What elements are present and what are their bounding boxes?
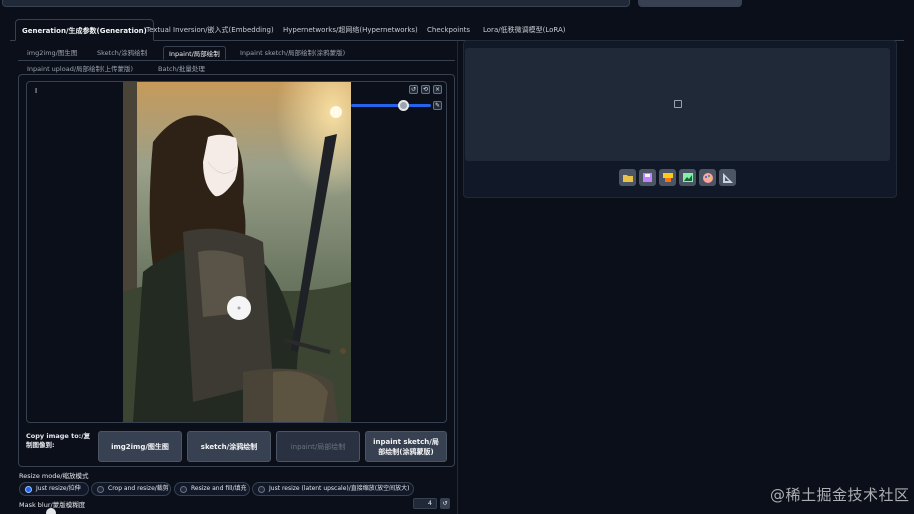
copy-to-inpaint-sketch-button[interactable]: inpaint sketch/局部绘制(涂鸦蒙版) <box>365 431 447 462</box>
folder-icon[interactable] <box>619 169 636 186</box>
subtab-sketch[interactable]: Sketch/涂鸦绘制 <box>92 46 152 60</box>
generate-button-bottom-edge[interactable] <box>638 0 742 7</box>
resize-option-latent-upscale[interactable]: Just resize (latent upscale)/直接缩放(放空间放大) <box>252 482 414 496</box>
column-divider <box>457 41 458 514</box>
send-to-extras-icon[interactable] <box>719 169 736 186</box>
send-to-inpaint-icon[interactable] <box>699 169 716 186</box>
copy-to-sketch-button[interactable]: sketch/涂鸦绘制 <box>187 431 271 462</box>
subtab-inpaint-sketch[interactable]: Inpaint sketch/局部绘制(涂鸦蒙版) <box>235 46 350 60</box>
tab-lora[interactable]: Lora/低秩微调模型(LoRA) <box>477 19 571 41</box>
copy-image-label: Copy image to:/复制图像到: <box>26 432 91 449</box>
subtab-inpaint[interactable]: Inpaint/局部绘制 <box>163 46 226 60</box>
resize-option-crop-and-resize[interactable]: Crop and resize/裁剪 <box>91 482 171 496</box>
watermark: @稀土掘金技术社区 <box>770 486 910 504</box>
clear-icon[interactable]: ⟲ <box>421 85 430 94</box>
canvas-label: I <box>35 87 38 95</box>
zip-icon[interactable] <box>659 169 676 186</box>
brush-size-slider[interactable] <box>351 104 431 107</box>
copy-to-inpaint-button[interactable]: inpaint/局部绘制 <box>276 431 360 462</box>
warrior-portrait-image <box>123 82 351 422</box>
subtab-img2img[interactable]: img2img/图生图 <box>22 46 82 60</box>
send-to-img2img-icon[interactable] <box>679 169 696 186</box>
undo-icon[interactable]: ↺ <box>409 85 418 94</box>
tab-hypernetworks[interactable]: Hypernetworks/超网络(Hypernetworks) <box>277 19 424 41</box>
brush-icon[interactable]: ✎ <box>433 101 442 110</box>
radio-icon <box>25 486 32 493</box>
radio-icon <box>258 486 265 493</box>
resize-option-just-resize[interactable]: Just resize/拉伸 <box>19 482 89 496</box>
radio-icon <box>180 486 187 493</box>
image-placeholder-icon <box>674 100 682 108</box>
save-icon[interactable] <box>639 169 656 186</box>
mask-blur-input[interactable]: 4 <box>413 498 437 509</box>
tab-generation[interactable]: Generation/生成参数(Generation) <box>15 19 154 41</box>
tab-checkpoints[interactable]: Checkpoints <box>421 19 476 41</box>
tab-textual-inversion[interactable]: Textual Inversion/嵌入式(Embedding) <box>140 19 280 41</box>
prompt-input-bottom-edge[interactable] <box>2 0 630 7</box>
brush-size-handle[interactable] <box>398 100 409 111</box>
radio-icon <box>97 486 104 493</box>
mask-blur-slider-handle[interactable] <box>46 508 56 514</box>
copy-to-img2img-button[interactable]: img2img/图生图 <box>98 431 182 462</box>
inpaint-image[interactable] <box>123 82 351 422</box>
close-icon[interactable]: × <box>433 85 442 94</box>
resize-mode-label: Resize mode/缩放模式 <box>19 472 89 480</box>
reset-icon[interactable]: ↺ <box>440 498 450 509</box>
subtab-divider <box>18 60 455 61</box>
resize-option-resize-and-fill[interactable]: Resize and fill/填充 <box>174 482 250 496</box>
main-tab-bar: Generation/生成参数(Generation) Textual Inve… <box>10 17 904 41</box>
